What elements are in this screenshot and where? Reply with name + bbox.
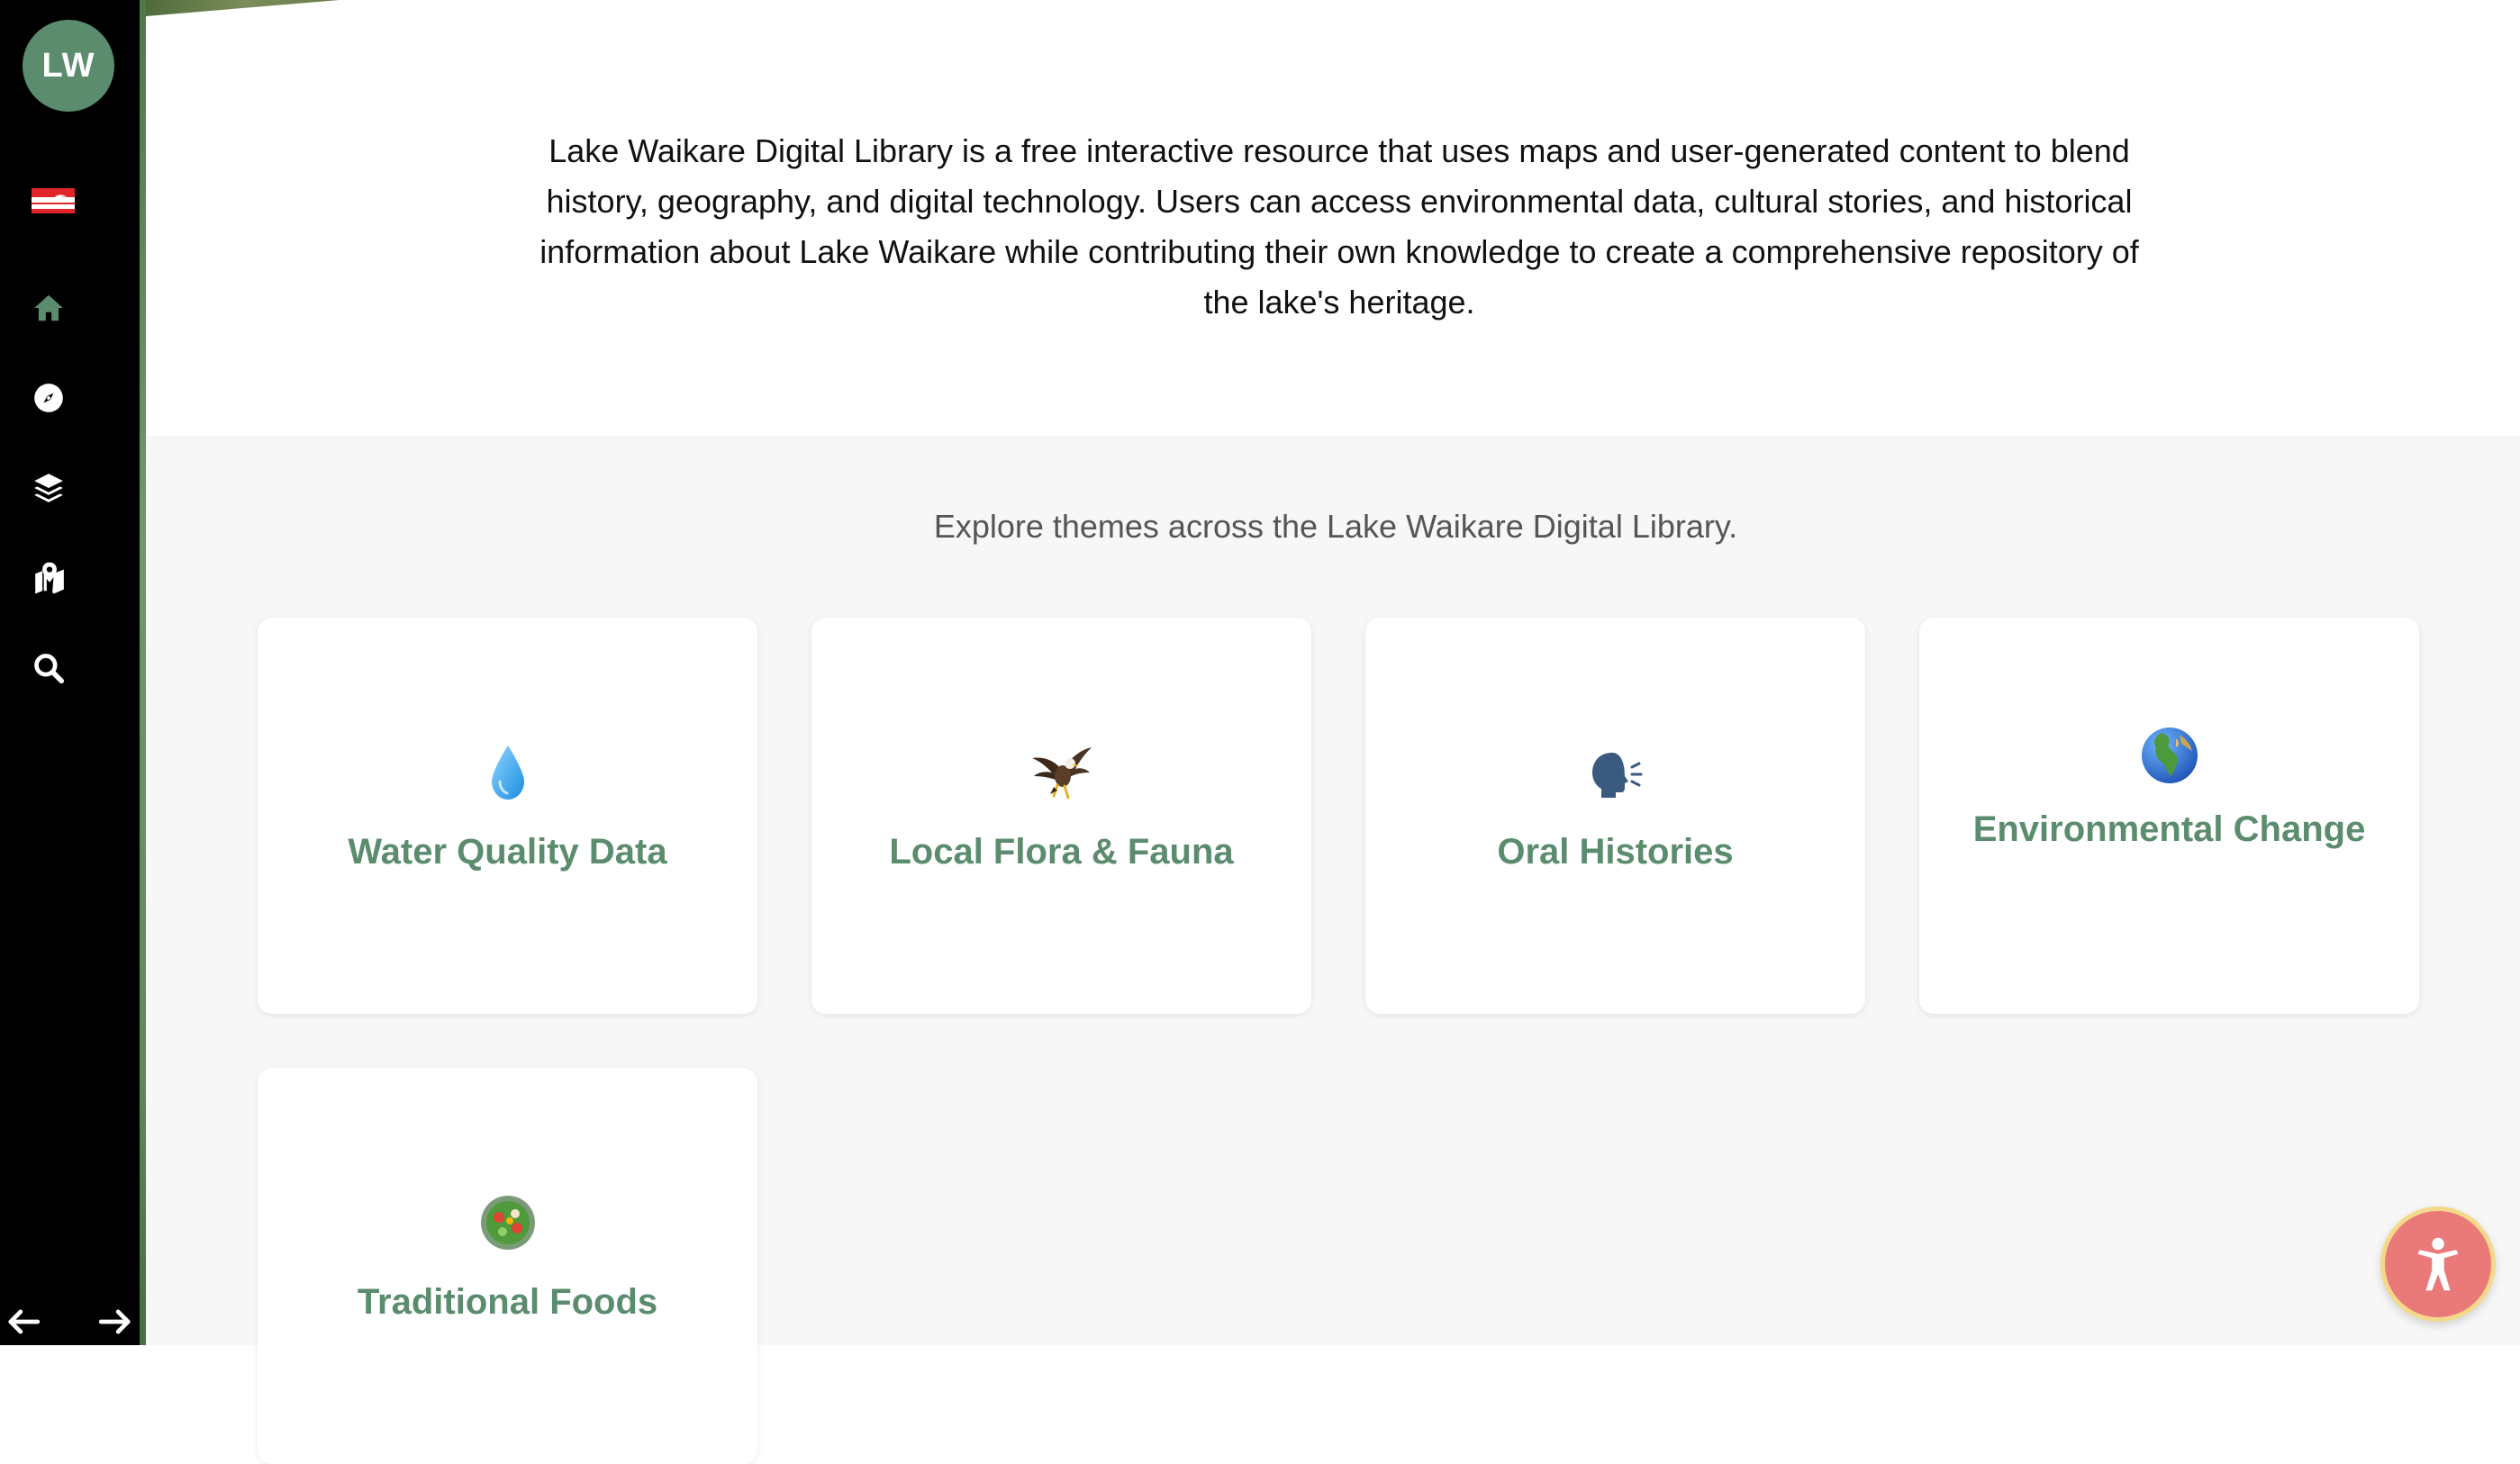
explore-nav-button[interactable] [27, 376, 70, 420]
search-nav-button[interactable] [27, 646, 70, 690]
map-nav-button[interactable] [28, 556, 71, 600]
themes-heading: Explore themes across the Lake Waikare D… [933, 508, 1738, 545]
arrow-left-icon [8, 1309, 41, 1334]
theme-card-traditional-foods[interactable]: Traditional Foods [258, 1068, 757, 1464]
globe-icon [1919, 726, 2419, 797]
card-title: Local Flora & Fauna [889, 832, 1234, 872]
themes-section: Explore themes across the Lake Waikare D… [146, 436, 2520, 1464]
arrow-right-icon [98, 1309, 131, 1334]
tino-rangatiratanga-flag-icon[interactable] [32, 188, 75, 213]
card-title: Environmental Change [1972, 809, 2366, 849]
card-title: Oral Histories [1497, 832, 1734, 872]
compass-icon [34, 384, 63, 412]
theme-card-flora-fauna[interactable]: Local Flora & Fauna [811, 618, 1311, 1014]
search-icon [34, 654, 65, 684]
home-nav-button[interactable] [27, 286, 70, 330]
theme-card-environmental-change[interactable]: Environmental Change [1919, 618, 2419, 1014]
card-title: Water Quality Data [348, 832, 667, 872]
layers-icon [34, 474, 63, 502]
avatar[interactable]: LW [23, 20, 114, 112]
intro-section: Lake Waikare Digital Library is a free i… [146, 0, 2520, 436]
map-marker-icon [35, 562, 64, 594]
theme-card-oral-histories[interactable]: Oral Histories [1365, 618, 1865, 1014]
theme-card-water-quality[interactable]: Water Quality Data [258, 618, 757, 1014]
eagle-icon [811, 744, 1311, 813]
accessibility-button[interactable] [2380, 1206, 2496, 1322]
home-icon [34, 294, 63, 321]
sidebar-edge [140, 0, 146, 1345]
forward-button[interactable] [94, 1304, 137, 1340]
water-drop-icon [258, 744, 757, 813]
card-title: Traditional Foods [357, 1282, 658, 1322]
speaking-head-icon [1365, 744, 1865, 813]
layers-nav-button[interactable] [27, 466, 70, 510]
accessibility-person-icon [2417, 1237, 2459, 1291]
back-button[interactable] [2, 1304, 45, 1340]
sidebar: LW [0, 0, 140, 1345]
intro-description: Lake Waikare Digital Library is a free i… [539, 132, 2139, 321]
salad-bowl-icon [258, 1194, 757, 1263]
